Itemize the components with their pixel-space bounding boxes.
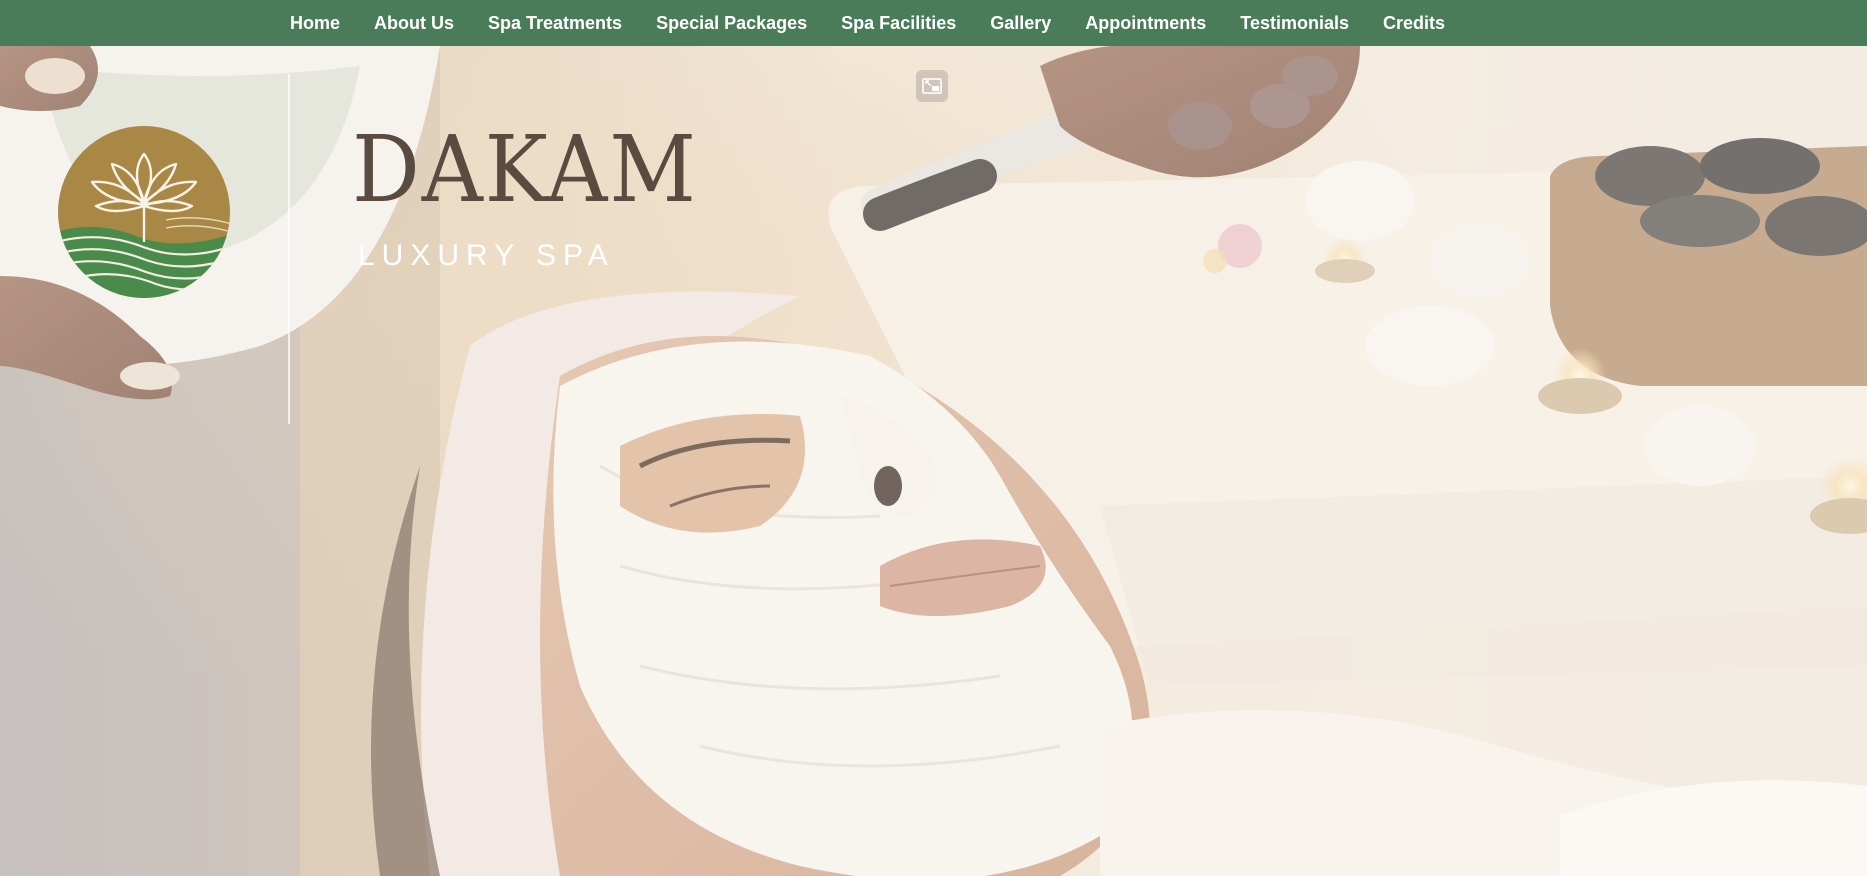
nav-list: Home About Us Spa Treatments Special Pac… [273,3,1462,43]
exit-fullscreen-icon[interactable] [916,70,948,102]
nav-item-testimonials[interactable]: Testimonials [1223,3,1366,43]
nav-item-special-packages[interactable]: Special Packages [639,3,824,43]
brand-tagline: LUXURY SPA [358,239,615,272]
nav-item-spa-facilities[interactable]: Spa Facilities [824,3,973,43]
nav-item-appointments[interactable]: Appointments [1068,3,1223,43]
exit-fullscreen-glyph [922,78,942,94]
nav-item-home[interactable]: Home [273,3,357,43]
nav-item-spa-treatments[interactable]: Spa Treatments [471,3,639,43]
brand-logo[interactable]: DAKAM LUXURY SPA [56,74,696,424]
logo-divider [288,74,290,424]
nav-item-about-us[interactable]: About Us [357,3,471,43]
lotus-icon [58,126,230,298]
nav-item-credits[interactable]: Credits [1366,3,1462,43]
page: Home About Us Spa Treatments Special Pac… [0,0,1867,876]
nav-item-gallery[interactable]: Gallery [973,3,1068,43]
brand-name: DAKAM [352,116,698,223]
main-navigation: Home About Us Spa Treatments Special Pac… [0,0,1867,46]
